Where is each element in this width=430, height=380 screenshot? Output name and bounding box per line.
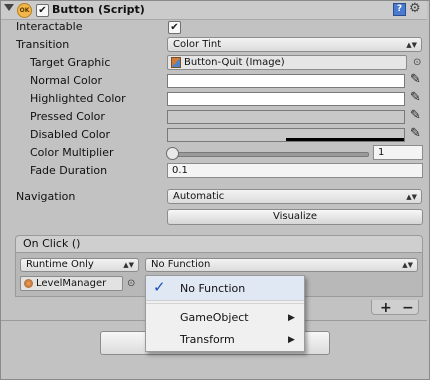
interactable-checkbox[interactable]: ✔ — [168, 21, 181, 34]
dropdown-arrows-icon: ▲▼ — [406, 193, 417, 201]
eyedropper-icon[interactable]: ✎ — [410, 108, 421, 123]
pressed-color-field[interactable] — [167, 110, 405, 124]
component-title: Button (Script) — [52, 3, 145, 16]
target-graphic-label: Target Graphic — [30, 56, 111, 69]
menu-separator — [146, 303, 304, 304]
color-multiplier-slider-track[interactable] — [172, 152, 369, 157]
menu-item-gameobject[interactable]: GameObject — [180, 311, 249, 324]
help-icon[interactable]: ? — [393, 3, 406, 16]
script-object-icon — [24, 279, 33, 288]
fade-duration-label: Fade Duration — [30, 164, 108, 177]
add-listener-button[interactable]: + — [380, 301, 392, 315]
color-multiplier-label: Color Multiplier — [30, 146, 114, 159]
fade-duration-input[interactable]: 0.1 — [167, 163, 423, 178]
highlighted-color-label: Highlighted Color — [30, 92, 126, 105]
menu-item-transform[interactable]: Transform — [180, 333, 235, 346]
object-picker-icon[interactable]: ⊙ — [413, 57, 421, 68]
submenu-arrow-icon: ▶ — [288, 335, 295, 345]
eyedropper-icon[interactable]: ✎ — [410, 90, 421, 105]
transition-dropdown[interactable]: Color Tint ▲▼ — [167, 37, 422, 52]
normal-color-label: Normal Color — [30, 74, 103, 87]
event-object-value: LevelManager — [36, 278, 107, 289]
function-value: No Function — [151, 259, 211, 270]
runtime-value: Runtime Only — [26, 259, 94, 270]
alpha-bar — [286, 138, 404, 141]
color-multiplier-input[interactable]: 1 — [373, 145, 423, 160]
color-multiplier-slider-thumb[interactable] — [166, 147, 179, 160]
function-dropdown[interactable]: No Function ▲▼ — [145, 258, 418, 272]
script-icon: OK — [17, 3, 32, 18]
transition-value: Color Tint — [173, 39, 222, 50]
pressed-color-label: Pressed Color — [30, 110, 105, 123]
on-click-header: On Click () — [15, 235, 423, 253]
image-icon — [171, 57, 181, 68]
normal-color-field[interactable] — [167, 74, 405, 88]
visualize-button[interactable]: Visualize — [167, 209, 423, 225]
interactable-label: Interactable — [16, 20, 83, 33]
dropdown-arrows-icon: ▲▼ — [406, 41, 417, 49]
disabled-color-label: Disabled Color — [30, 128, 111, 141]
eyedropper-icon[interactable]: ✎ — [410, 72, 421, 87]
navigation-dropdown[interactable]: Automatic ▲▼ — [167, 189, 422, 204]
dropdown-arrows-icon: ▲▼ — [123, 261, 134, 269]
target-graphic-value: Button-Quit (Image) — [184, 57, 285, 68]
navigation-value: Automatic — [173, 191, 225, 202]
foldout-arrow-icon[interactable] — [4, 4, 14, 11]
event-object-field[interactable]: LevelManager — [20, 276, 123, 291]
remove-listener-button[interactable]: − — [402, 301, 414, 315]
menu-item-no-function[interactable]: No Function — [180, 282, 245, 295]
disabled-color-field[interactable] — [167, 128, 405, 142]
transition-label: Transition — [16, 38, 70, 51]
checkmark-icon: ✓ — [153, 278, 166, 296]
eyedropper-icon[interactable]: ✎ — [410, 126, 421, 141]
target-graphic-field[interactable]: Button-Quit (Image) — [167, 55, 407, 70]
object-picker-icon[interactable]: ⊙ — [127, 278, 135, 289]
submenu-arrow-icon: ▶ — [288, 313, 295, 323]
runtime-dropdown[interactable]: Runtime Only ▲▼ — [20, 258, 139, 272]
navigation-label: Navigation — [16, 190, 76, 203]
component-enabled-checkbox[interactable]: ✔ — [36, 4, 49, 17]
highlighted-color-field[interactable] — [167, 92, 405, 106]
dropdown-arrows-icon: ▲▼ — [402, 261, 413, 269]
gear-icon[interactable]: ⚙ — [409, 1, 421, 16]
